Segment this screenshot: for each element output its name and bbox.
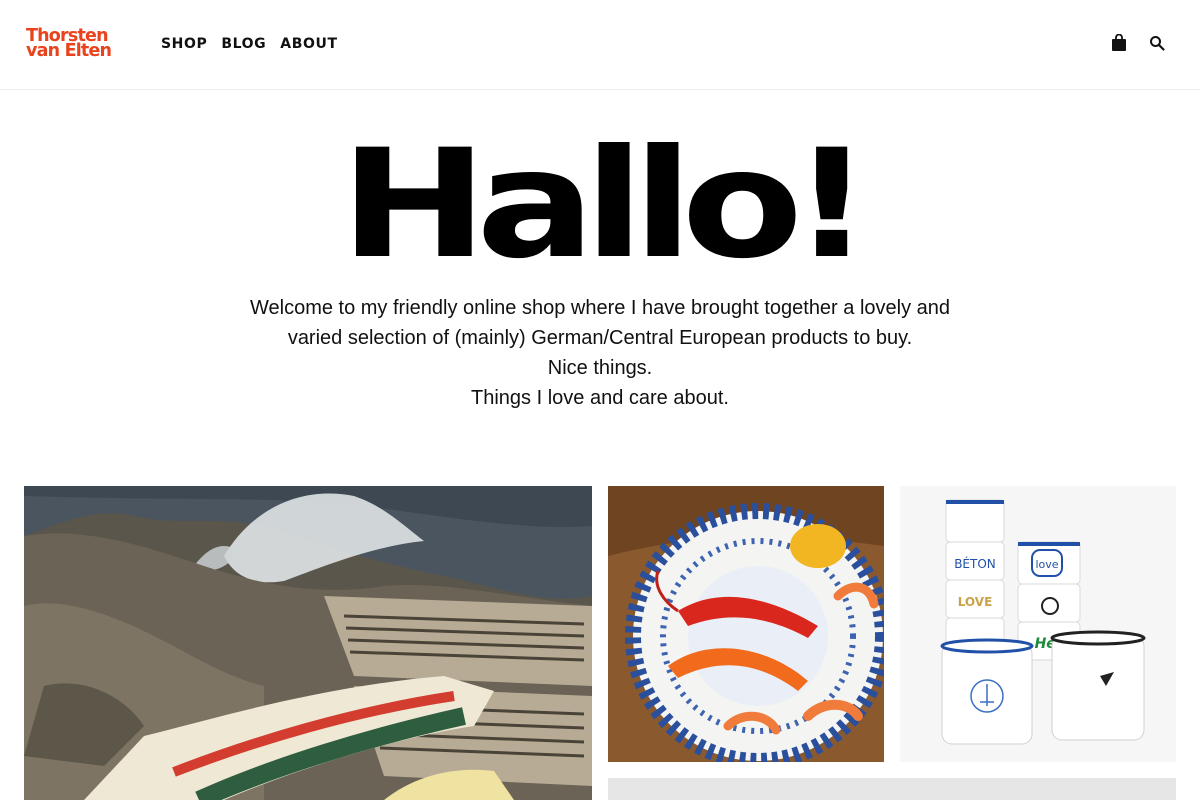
cup-label-love: LOVE xyxy=(958,595,993,609)
intro-line-3: Nice things. xyxy=(547,357,653,379)
beach-towel-image[interactable] xyxy=(24,486,592,800)
header-icons xyxy=(1110,33,1166,53)
shopping-bag-icon[interactable] xyxy=(1110,33,1128,53)
intro-line-2: varied selection of (mainly) German/Cent… xyxy=(287,327,913,349)
seafood-plate-image[interactable] xyxy=(608,486,884,762)
nav-about-link[interactable]: ABOUT xyxy=(280,35,337,53)
cup-label-beton: BÉTON xyxy=(954,556,996,571)
site-header: Thorsten van Elten SHOP BLOG ABOUT xyxy=(0,0,1200,90)
nav-shop-link[interactable]: SHOP xyxy=(161,35,207,53)
hero-title: Hallo! xyxy=(339,118,872,292)
nav-blog-link[interactable]: BLOG xyxy=(221,35,266,53)
gallery-bottom-image[interactable] xyxy=(608,778,1176,800)
search-icon[interactable] xyxy=(1148,33,1166,53)
espresso-cups-image[interactable]: BÉTON LOVE love Hell xyxy=(900,486,1176,762)
brand-logo[interactable]: Thorsten van Elten xyxy=(26,27,126,63)
logo-line-2: van Elten xyxy=(26,41,112,61)
intro-line-4: Things I love and care about. xyxy=(471,387,729,409)
intro-line-1: Welcome to my friendly online shop where… xyxy=(249,297,951,319)
hero-intro: Welcome to my friendly online shop where… xyxy=(200,293,1000,413)
cup-label-love-blue: love xyxy=(1035,558,1058,571)
main-nav: SHOP BLOG ABOUT xyxy=(161,35,338,53)
